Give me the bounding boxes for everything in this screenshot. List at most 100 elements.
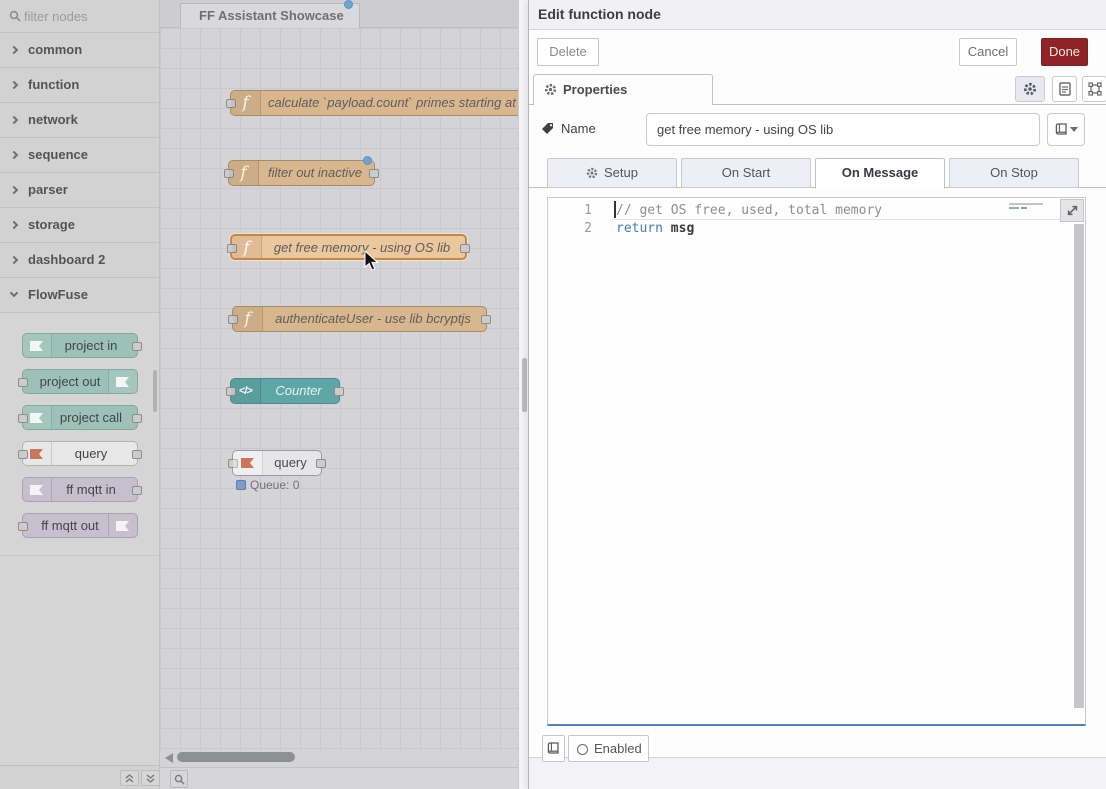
status-text: Queue: 0 <box>250 478 299 492</box>
tab-on-start[interactable]: On Start <box>681 158 811 188</box>
enabled-label: Enabled <box>594 741 642 756</box>
edit-properties-button[interactable] <box>1015 76 1045 102</box>
function-node-calculate-primes[interactable]: f calculate `payload.count` primes start… <box>230 90 518 116</box>
name-row: Name <box>529 113 1106 147</box>
input-port[interactable] <box>18 450 28 459</box>
output-port[interactable] <box>481 315 491 324</box>
canvas-search-button[interactable] <box>170 770 188 788</box>
collapse-all-button[interactable] <box>120 770 139 786</box>
palette-category-common[interactable]: common <box>0 33 159 68</box>
properties-tab-label: Properties <box>563 82 627 97</box>
output-port[interactable] <box>132 486 142 495</box>
gear-icon <box>1023 82 1037 96</box>
flow-canvas[interactable]: FF Assistant Showcase f calculate `paylo… <box>160 0 518 789</box>
category-label: network <box>28 103 78 137</box>
cancel-button[interactable]: Cancel <box>959 38 1017 66</box>
palette-search-input[interactable] <box>24 0 154 32</box>
node-label: query <box>264 451 317 475</box>
counter-node[interactable]: </> Counter <box>230 378 340 404</box>
palette-node-project-out[interactable]: project out <box>22 369 138 394</box>
panel-splitter[interactable] <box>518 0 528 789</box>
palette-node-query[interactable]: query <box>22 441 138 466</box>
output-port[interactable] <box>334 387 344 396</box>
chevron-right-icon <box>10 151 18 159</box>
flow-tab[interactable]: FF Assistant Showcase <box>180 3 360 29</box>
tag-icon <box>541 122 554 135</box>
input-port[interactable] <box>18 414 28 423</box>
line-number: 2 <box>548 220 592 238</box>
category-label: parser <box>28 173 68 207</box>
palette-node-label: project out <box>27 370 113 394</box>
query-node[interactable]: query <box>232 450 322 476</box>
tray-tab-row: Properties <box>529 74 1106 105</box>
mouse-cursor <box>364 250 382 274</box>
code-icon: </> <box>231 379 261 403</box>
name-label: Name <box>541 121 596 136</box>
caret-down-icon <box>1070 127 1078 132</box>
status-square-icon <box>236 480 246 490</box>
search-icon <box>174 774 185 785</box>
document-icon <box>1059 82 1071 96</box>
editor-expand-button[interactable] <box>1060 199 1084 222</box>
scroll-left-arrow[interactable] <box>165 753 173 763</box>
input-port[interactable] <box>18 378 28 387</box>
output-port[interactable] <box>460 244 470 253</box>
palette-category-dashboard2[interactable]: dashboard 2 <box>0 243 159 278</box>
palette-node-label: ff mqtt out <box>27 514 113 538</box>
palette-node-label: query <box>49 442 133 466</box>
expand-all-button[interactable] <box>141 770 160 786</box>
code-editor[interactable]: 1 // get OS free, used, total memory 2 r… <box>547 197 1086 726</box>
done-button[interactable]: Done <box>1041 38 1088 66</box>
function-node-filter-out-inactive[interactable]: f filter out inactive <box>228 160 375 186</box>
palette-category-function[interactable]: function <box>0 68 159 103</box>
name-input[interactable] <box>646 113 1040 146</box>
output-port[interactable] <box>369 169 379 178</box>
enabled-toggle-button[interactable]: Enabled <box>568 735 649 762</box>
category-label: dashboard 2 <box>28 243 105 277</box>
node-status: Queue: 0 <box>236 478 299 492</box>
expand-diagonal-icon <box>1066 204 1079 217</box>
node-help-button[interactable] <box>542 735 565 762</box>
flow-tab-label: FF Assistant Showcase <box>181 4 359 28</box>
label-options-button[interactable] <box>1047 113 1085 146</box>
horizontal-scrollbar[interactable] <box>177 752 295 762</box>
node-label: Counter <box>262 379 335 403</box>
input-port[interactable] <box>18 522 28 531</box>
palette-category-network[interactable]: network <box>0 103 159 138</box>
node-label: authenticateUser - use lib bcryptjs <box>264 307 482 331</box>
output-port[interactable] <box>316 459 326 468</box>
editor-scrollbar[interactable] <box>1074 224 1084 708</box>
tab-on-stop[interactable]: On Stop <box>949 158 1079 188</box>
palette-node-project-in[interactable]: project in <box>22 333 138 358</box>
tab-on-message[interactable]: On Message <box>815 158 945 189</box>
gear-icon <box>586 167 598 179</box>
palette-category-sequence[interactable]: sequence <box>0 138 159 173</box>
palette-node-project-call[interactable]: project call <box>22 405 138 430</box>
palette-node-label: project call <box>49 406 133 430</box>
tab-setup[interactable]: Setup <box>547 158 677 188</box>
palette-node-ff-mqtt-out[interactable]: ff mqtt out <box>22 513 138 538</box>
palette-node-ff-mqtt-in[interactable]: ff mqtt in <box>22 477 138 502</box>
category-label: common <box>28 33 82 67</box>
editor-minimap <box>1009 202 1059 214</box>
output-port[interactable] <box>132 342 142 351</box>
canvas-vertical-scrollbar[interactable] <box>522 358 527 412</box>
palette-category-flowfuse[interactable]: FlowFuse <box>0 278 159 313</box>
palette-category-parser[interactable]: parser <box>0 173 159 208</box>
appearance-button[interactable] <box>1082 76 1106 102</box>
output-port[interactable] <box>132 414 142 423</box>
function-node-authenticate-user[interactable]: f authenticateUser - use lib bcryptjs <box>232 306 487 332</box>
flowfuse-logo-icon <box>23 334 52 357</box>
description-button[interactable] <box>1052 76 1077 102</box>
canvas-grid[interactable]: f calculate `payload.count` primes start… <box>160 28 518 751</box>
delete-button[interactable]: Delete <box>537 38 599 66</box>
canvas-footer <box>160 767 518 789</box>
output-port[interactable] <box>132 450 142 459</box>
function-node-get-free-memory[interactable]: f get free memory - using OS lib <box>230 234 467 260</box>
palette-scrollbar[interactable] <box>153 370 157 412</box>
palette-search[interactable] <box>0 0 159 33</box>
properties-tab[interactable]: Properties <box>533 74 713 105</box>
palette-category-storage[interactable]: storage <box>0 208 159 243</box>
frame-corners-icon <box>1088 82 1102 96</box>
search-icon <box>9 10 21 22</box>
